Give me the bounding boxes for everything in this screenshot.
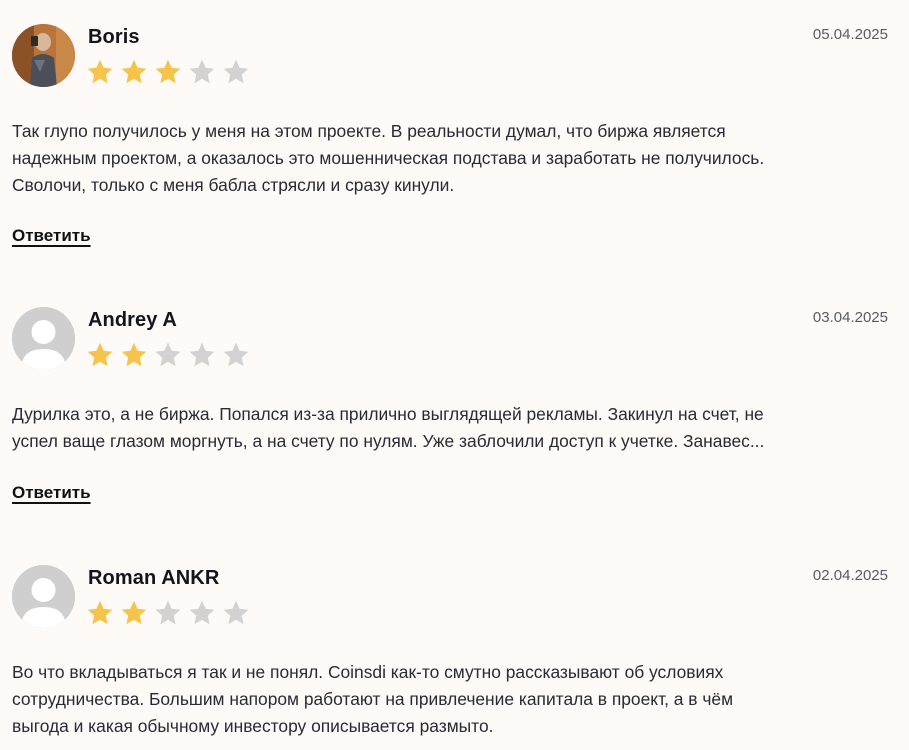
star-icon [189,342,215,367]
star-icon [121,600,147,625]
review-author: Andrey A [88,309,177,331]
review-text: Дурилка это, а не биржа. Попался из-за п… [12,401,892,455]
user-silhouette-icon [12,307,75,370]
review-text-line: надежным проектом, а оказалось это мошен… [12,148,765,168]
review-text: Так глупо получилось у меня на этом прое… [12,118,892,199]
star-icon [223,59,249,84]
rating-stars [86,58,250,86]
review-date: 05.04.2025 [812,26,888,43]
reviews-list: Boris 05.04.2025 Так глупо получилось у … [0,0,909,750]
review-author: Roman ANKR [88,567,220,589]
avatar [12,307,75,370]
star-icon [155,342,181,367]
star-icon [189,59,215,84]
star-icon [223,342,249,367]
star-icon [87,600,113,625]
rating-stars [86,341,250,369]
review-author: Boris [88,26,140,48]
user-photo-icon [12,24,75,87]
star-icon [155,600,181,625]
user-silhouette-icon [12,565,75,628]
review-text-line: выгода и какая обычному инвестору описыв… [12,716,494,736]
reply-link[interactable]: Ответить [12,483,91,503]
review-text-line: Сволочи, только с меня бабла стрясли и с… [12,175,455,195]
star-icon [87,342,113,367]
star-icon [189,600,215,625]
star-icon [121,59,147,84]
star-icon [87,59,113,84]
review-text-line: Во что вкладываться я так и не понял. Co… [12,662,724,682]
review-text-line: Так глупо получилось у меня на этом прое… [12,121,726,141]
star-icon [121,342,147,367]
rating-stars [86,599,250,627]
reply-link[interactable]: Ответить [12,226,91,246]
avatar [12,24,75,87]
review-text-line: Дурилка это, а не биржа. Попался из-за п… [12,404,764,424]
review-text: Во что вкладываться я так и не понял. Co… [12,659,892,740]
review-date: 02.04.2025 [812,567,888,584]
review-date: 03.04.2025 [812,309,888,326]
review-text-line: успел ваще глазом моргнуть, а на счету п… [12,431,765,451]
avatar [12,565,75,628]
star-icon [155,59,181,84]
star-icon [223,600,249,625]
review-text-line: сотрудничества. Большим напором работают… [12,689,734,709]
